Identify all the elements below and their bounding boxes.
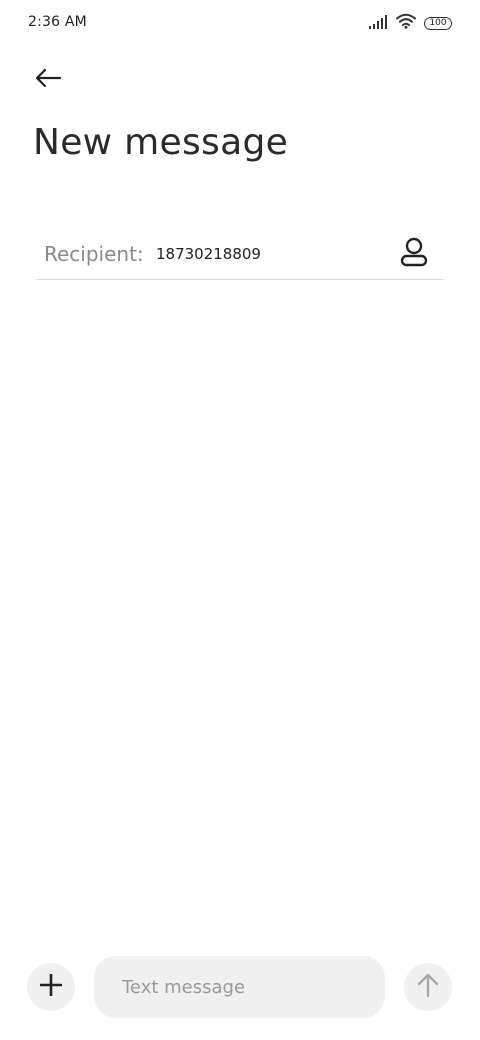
back-button[interactable] <box>28 60 68 100</box>
message-input-container[interactable] <box>94 956 385 1018</box>
contact-picker-button[interactable] <box>398 237 430 271</box>
send-button[interactable] <box>404 963 452 1011</box>
recipient-value[interactable]: 18730218809 <box>156 245 261 263</box>
recipient-label: Recipient: <box>44 242 144 266</box>
status-icons: 100 <box>368 13 452 33</box>
battery-icon: 100 <box>424 16 452 30</box>
recipient-field[interactable]: Recipient: 18730218809 <box>36 228 444 280</box>
message-input[interactable] <box>94 956 385 1018</box>
contact-icon <box>400 237 428 271</box>
add-attachment-button[interactable] <box>27 963 75 1011</box>
back-arrow-icon <box>34 68 62 92</box>
plus-icon <box>39 973 63 1000</box>
send-arrow-icon <box>417 973 439 1001</box>
battery-level: 100 <box>429 17 447 28</box>
wifi-icon <box>396 13 416 33</box>
status-bar: 2:36 AM 100 <box>0 0 480 44</box>
page-title: New message <box>33 122 289 163</box>
status-time: 2:36 AM <box>28 14 87 30</box>
signal-icon <box>368 14 388 33</box>
